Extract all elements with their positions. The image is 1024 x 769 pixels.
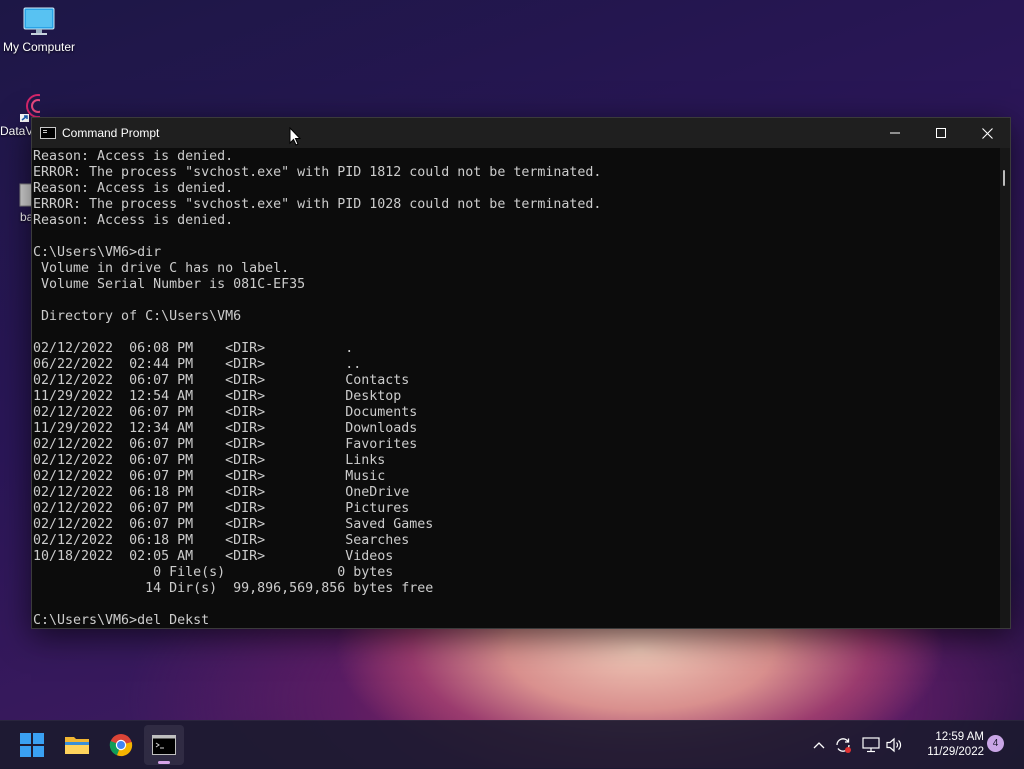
update-icon bbox=[836, 738, 851, 753]
start-icon bbox=[20, 733, 44, 757]
monitor-icon bbox=[23, 7, 55, 35]
desktop-icon-my-computer[interactable]: My Computer bbox=[1, 6, 77, 54]
console-line: 02/12/2022 06:07 PM <DIR> Links bbox=[33, 453, 386, 468]
console-line: 02/12/2022 06:18 PM <DIR> Searches bbox=[33, 533, 410, 548]
window-titlebar[interactable]: Command Prompt bbox=[32, 118, 1010, 148]
command-prompt-icon bbox=[40, 127, 56, 139]
file-explorer-icon bbox=[65, 737, 89, 754]
console-line: 06/22/2022 02:44 PM <DIR> .. bbox=[33, 357, 362, 372]
vertical-scrollbar[interactable] bbox=[1000, 148, 1010, 628]
console-line: 02/12/2022 06:07 PM <DIR> Favorites bbox=[33, 437, 418, 452]
minimize-button[interactable] bbox=[872, 118, 918, 148]
chrome-icon bbox=[109, 734, 133, 757]
console-line: 02/12/2022 06:07 PM <DIR> Documents bbox=[33, 405, 418, 420]
console-line: ERROR: The process "svchost.exe" with PI… bbox=[33, 165, 602, 180]
network-icon bbox=[862, 737, 880, 753]
window-title: Command Prompt bbox=[62, 126, 160, 140]
console-line: Volume Serial Number is 081C-EF35 bbox=[33, 277, 306, 292]
desktop-icon-label: My Computer bbox=[2, 40, 76, 54]
console-line: Directory of C:\Users\VM6 bbox=[33, 309, 242, 324]
console-line: 02/12/2022 06:18 PM <DIR> OneDrive bbox=[33, 485, 410, 500]
console-line: ERROR: The process "svchost.exe" with PI… bbox=[33, 197, 602, 212]
close-icon bbox=[981, 127, 993, 139]
mouse-cursor-icon bbox=[289, 127, 301, 146]
console-line: 14 Dir(s) 99,896,569,856 bytes free bbox=[33, 581, 434, 596]
console-line: Reason: Access is denied. bbox=[33, 213, 234, 228]
notification-badge[interactable]: 4 bbox=[987, 735, 1004, 752]
scrollbar-thumb[interactable] bbox=[1003, 170, 1005, 186]
update-tray-button[interactable] bbox=[833, 735, 853, 755]
clock-date: 11/29/2022 bbox=[927, 746, 984, 758]
maximize-icon bbox=[936, 128, 946, 138]
taskbar-file-explorer[interactable] bbox=[57, 725, 97, 765]
taskbar-command-prompt[interactable] bbox=[144, 725, 184, 765]
console-line: 10/18/2022 02:05 AM <DIR> Videos bbox=[33, 549, 394, 564]
console-line: C:\Users\VM6>dir bbox=[33, 245, 162, 260]
console-output[interactable]: Reason: Access is denied. ERROR: The proc… bbox=[32, 148, 1000, 628]
console-line: 02/12/2022 06:07 PM <DIR> Contacts bbox=[33, 373, 410, 388]
console-line: 02/12/2022 06:08 PM <DIR> . bbox=[33, 341, 354, 356]
console-line: C:\Users\VM6>del Dekst bbox=[33, 613, 210, 628]
command-prompt-window[interactable]: Command Prompt Reason: Access is denied.… bbox=[31, 117, 1011, 629]
volume-icon bbox=[886, 737, 902, 753]
console-line: Reason: Access is denied. bbox=[33, 181, 234, 196]
taskbar-clock[interactable]: 12:59 AM 11/29/2022 bbox=[912, 730, 984, 760]
console-line: 0 File(s) 0 bytes bbox=[33, 565, 394, 580]
console-line: Reason: Access is denied. bbox=[33, 149, 234, 164]
start-button[interactable] bbox=[12, 725, 52, 765]
console-line: 02/12/2022 06:07 PM <DIR> Saved Games bbox=[33, 517, 434, 532]
console-line: 11/29/2022 12:34 AM <DIR> Downloads bbox=[33, 421, 418, 436]
command-prompt-icon bbox=[152, 735, 176, 755]
maximize-button[interactable] bbox=[918, 118, 964, 148]
network-tray-button[interactable] bbox=[861, 735, 881, 755]
console-line: 02/12/2022 06:07 PM <DIR> Pictures bbox=[33, 501, 410, 516]
close-button[interactable] bbox=[964, 118, 1010, 148]
volume-tray-button[interactable] bbox=[885, 735, 905, 755]
show-hidden-icons-button[interactable] bbox=[809, 735, 829, 755]
console-line: Volume in drive C has no label. bbox=[33, 261, 290, 276]
console-line: 11/29/2022 12:54 AM <DIR> Desktop bbox=[33, 389, 402, 404]
minimize-icon bbox=[890, 132, 900, 134]
clock-time: 12:59 AM bbox=[935, 731, 984, 743]
taskbar-chrome[interactable] bbox=[101, 725, 141, 765]
chevron-up-icon bbox=[813, 742, 825, 749]
console-line: 02/12/2022 06:07 PM <DIR> Music bbox=[33, 469, 386, 484]
taskbar: 12:59 AM 11/29/2022 bbox=[0, 720, 1024, 769]
